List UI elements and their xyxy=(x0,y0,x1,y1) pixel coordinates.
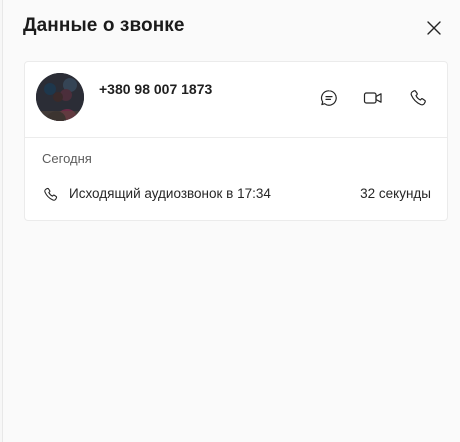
phone-icon xyxy=(41,185,59,203)
history-day-label: Сегодня xyxy=(42,151,92,166)
contact-phone-number: +380 98 007 1873 xyxy=(99,81,213,97)
chat-icon xyxy=(320,90,337,106)
video-camera-icon xyxy=(363,92,382,104)
video-call-button[interactable] xyxy=(361,86,385,110)
phone-icon xyxy=(410,90,426,106)
call-duration: 32 секунды xyxy=(360,186,431,201)
close-icon xyxy=(427,21,441,35)
call-history-item: Исходящий аудиозвонок в 17:34 32 секунды xyxy=(25,181,447,207)
close-button[interactable] xyxy=(422,16,446,40)
chat-button[interactable] xyxy=(317,86,341,110)
contact-row: +380 98 007 1873 xyxy=(25,62,447,138)
avatar[interactable] xyxy=(36,73,84,121)
panel-header: Данные о звонке xyxy=(3,0,460,58)
call-details-panel: Данные о звонке +380 98 007 1873 Сегодня… xyxy=(2,0,460,442)
call-details-card: +380 98 007 1873 Сегодня Исходящий аудио… xyxy=(24,61,448,221)
audio-call-button[interactable] xyxy=(406,86,430,110)
panel-title: Данные о звонке xyxy=(23,15,185,36)
avatar-photo xyxy=(36,73,84,121)
call-description: Исходящий аудиозвонок в 17:34 xyxy=(69,186,271,201)
